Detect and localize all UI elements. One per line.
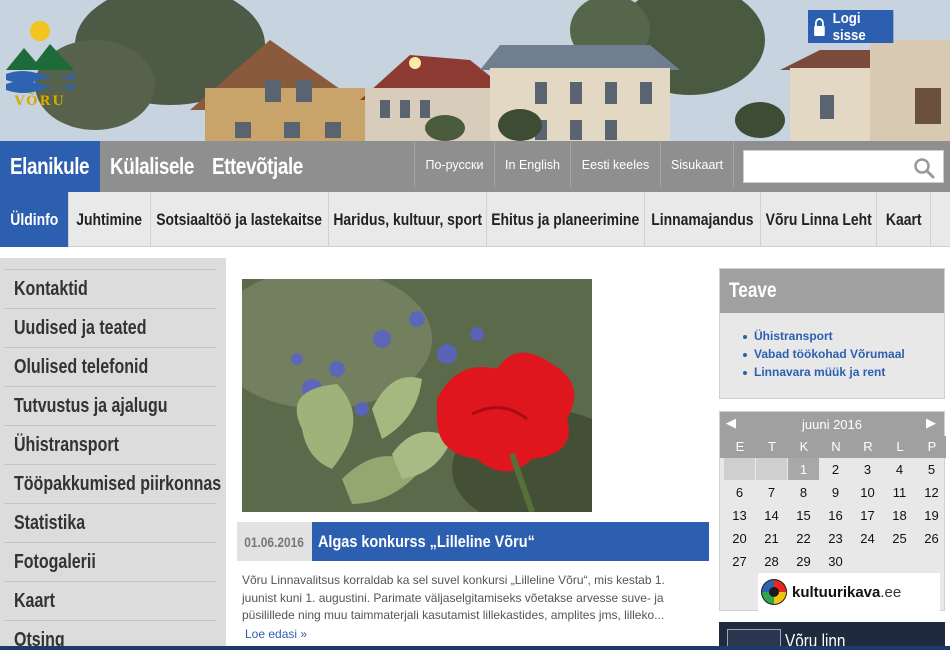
search-icon[interactable] <box>913 157 935 179</box>
calendar-day[interactable]: 1 <box>788 458 819 480</box>
calendar-day[interactable]: 19 <box>916 504 947 526</box>
info-link-tookohad[interactable]: Vabad töökohad Võrumaal <box>743 347 944 365</box>
calendar-day[interactable]: 21 <box>756 527 787 549</box>
subnav-kaart[interactable]: Kaart <box>877 192 931 247</box>
calendar-month: juuni 2016 <box>802 416 862 432</box>
header-banner: VÕRU Logi sisse <box>0 0 950 141</box>
login-button[interactable]: Logi sisse <box>808 9 894 44</box>
calendar-day[interactable]: 16 <box>820 504 851 526</box>
calendar-day[interactable]: 30 <box>820 550 851 572</box>
calendar-daynames: ETKNRLP <box>720 436 946 458</box>
info-links-list: Ühistransport Vabad töökohad Võrumaal Li… <box>720 313 944 383</box>
calendar-dayname: N <box>831 439 841 454</box>
sidebar-item-toopakkumised[interactable]: Tööpakkumised piirkonnas <box>4 464 221 503</box>
calendar-day[interactable]: 29 <box>788 550 819 572</box>
logo-emblem-icon <box>6 21 74 93</box>
info-box-title: Teave <box>720 269 944 313</box>
logo-text: VÕRU <box>14 94 66 109</box>
login-label: Logi sisse <box>832 9 866 44</box>
subnav-voru-linna-leht[interactable]: Võru Linna Leht <box>761 192 877 247</box>
sidebar-item-kaart[interactable]: Kaart <box>4 581 216 620</box>
subnav-sotsiaaltoo[interactable]: Sotsiaaltöö ja lastekaitse <box>151 192 329 247</box>
sidebar-item-tutvustus[interactable]: Tutvustus ja ajalugu <box>4 386 216 425</box>
calendar-day[interactable]: 11 <box>884 481 915 503</box>
subnav-haridus[interactable]: Haridus, kultuur, sport <box>329 192 487 247</box>
calendar-empty-cell <box>756 458 787 480</box>
voru-logo[interactable]: VÕRU <box>4 18 76 118</box>
news-title-link[interactable]: Algas konkurss „Lilleline Võru“ <box>312 522 709 561</box>
calendar-day[interactable]: 4 <box>884 458 915 480</box>
news-body-text: Võru Linnavalitsus korraldab ka sel suve… <box>242 573 665 622</box>
subnav-linnamajandus[interactable]: Linnamajandus <box>645 192 761 247</box>
subnav-ehitus[interactable]: Ehitus ja planeerimine <box>487 192 645 247</box>
info-link-linnavara[interactable]: Linnavara müük ja rent <box>743 365 944 383</box>
sidebar-item-kontaktid[interactable]: Kontaktid <box>4 269 216 308</box>
calendar-day[interactable]: 23 <box>820 527 851 549</box>
lang-english-link[interactable]: In English <box>494 142 570 187</box>
calendar-day[interactable]: 12 <box>916 481 947 503</box>
lang-russian-link[interactable]: По-русски <box>414 142 494 187</box>
sidebar-item-fotogalerii[interactable]: Fotogalerii <box>4 542 216 581</box>
calendar-dayname: R <box>863 439 873 454</box>
lock-icon <box>813 17 825 36</box>
calendar-day[interactable]: 2 <box>820 458 851 480</box>
calendar-day[interactable]: 18 <box>884 504 915 526</box>
calendar-day[interactable]: 6 <box>724 481 755 503</box>
read-more-link[interactable]: Loe edasi » <box>245 627 307 641</box>
news-photo[interactable] <box>242 279 592 512</box>
tab-kulalisele[interactable]: Külalisele <box>110 141 212 192</box>
calendar-day[interactable]: 10 <box>852 481 883 503</box>
calendar-day[interactable]: 26 <box>916 527 947 549</box>
bottom-bar <box>0 646 950 650</box>
calendar-day[interactable]: 27 <box>724 550 755 572</box>
sidebar-item-uudised[interactable]: Uudised ja teated <box>4 308 216 347</box>
calendar-day[interactable]: 22 <box>788 527 819 549</box>
lang-estonian-link[interactable]: Eesti keeles <box>570 142 660 187</box>
calendar-day[interactable]: 20 <box>724 527 755 549</box>
calendar-dayname: E <box>735 439 745 454</box>
calendar-day[interactable]: 8 <box>788 481 819 503</box>
subnav-juhtimine[interactable]: Juhtimine <box>69 192 151 247</box>
calendar-day[interactable]: 17 <box>852 504 883 526</box>
flower-image <box>242 279 592 512</box>
calendar-day[interactable]: 9 <box>820 481 851 503</box>
search-input[interactable] <box>744 151 904 182</box>
search-box <box>743 150 944 183</box>
kultuurikava-text: kultuurikava.ee <box>792 583 902 601</box>
tab-ettevotjale[interactable]: Ettevõtjale <box>212 141 323 192</box>
calendar-empty-cell <box>724 458 755 480</box>
calendar-day[interactable]: 3 <box>852 458 883 480</box>
sidebar-item-uhistransport[interactable]: Ühistransport <box>4 425 216 464</box>
calendar-day[interactable]: 25 <box>884 527 915 549</box>
kultuurikava-logo-icon <box>761 579 787 605</box>
calendar-day[interactable]: 14 <box>756 504 787 526</box>
subnav-uldinfo[interactable]: Üldinfo <box>0 192 69 247</box>
calendar-prev-icon[interactable]: ◀ <box>726 415 736 431</box>
calendar-next-icon[interactable]: ▶ <box>926 415 936 431</box>
sitemap-link[interactable]: Sisukaart <box>660 142 734 187</box>
calendar-dayname: T <box>768 439 776 454</box>
kultuurikava-banner[interactable]: kultuurikava.ee <box>758 573 940 611</box>
calendar-day[interactable]: 28 <box>756 550 787 572</box>
info-box: Teave Ühistransport Vabad töökohad Võrum… <box>719 268 945 399</box>
news-date: 01.06.2016 <box>237 522 312 561</box>
sidebar-item-telefonid[interactable]: Olulised telefonid <box>4 347 216 386</box>
left-sidebar: Kontaktid Uudised ja teated Olulised tel… <box>0 258 226 650</box>
info-link-uhistransport[interactable]: Ühistransport <box>743 329 944 347</box>
sub-nav: Üldinfo Juhtimine Sotsiaaltöö ja lasteka… <box>0 192 950 247</box>
tab-elanikule[interactable]: Elanikule <box>0 141 100 192</box>
calendar-day[interactable]: 7 <box>756 481 787 503</box>
calendar-day[interactable]: 5 <box>916 458 947 480</box>
calendar-header: ◀ juuni 2016 ▶ <box>720 412 944 436</box>
calendar-day[interactable]: 15 <box>788 504 819 526</box>
calendar-dayname: P <box>927 439 937 454</box>
calendar-dayname: L <box>896 439 904 454</box>
calendar-day[interactable]: 13 <box>724 504 755 526</box>
calendar-dayname: K <box>799 439 809 454</box>
sidebar-item-statistika[interactable]: Statistika <box>4 503 216 542</box>
calendar-day[interactable]: 24 <box>852 527 883 549</box>
